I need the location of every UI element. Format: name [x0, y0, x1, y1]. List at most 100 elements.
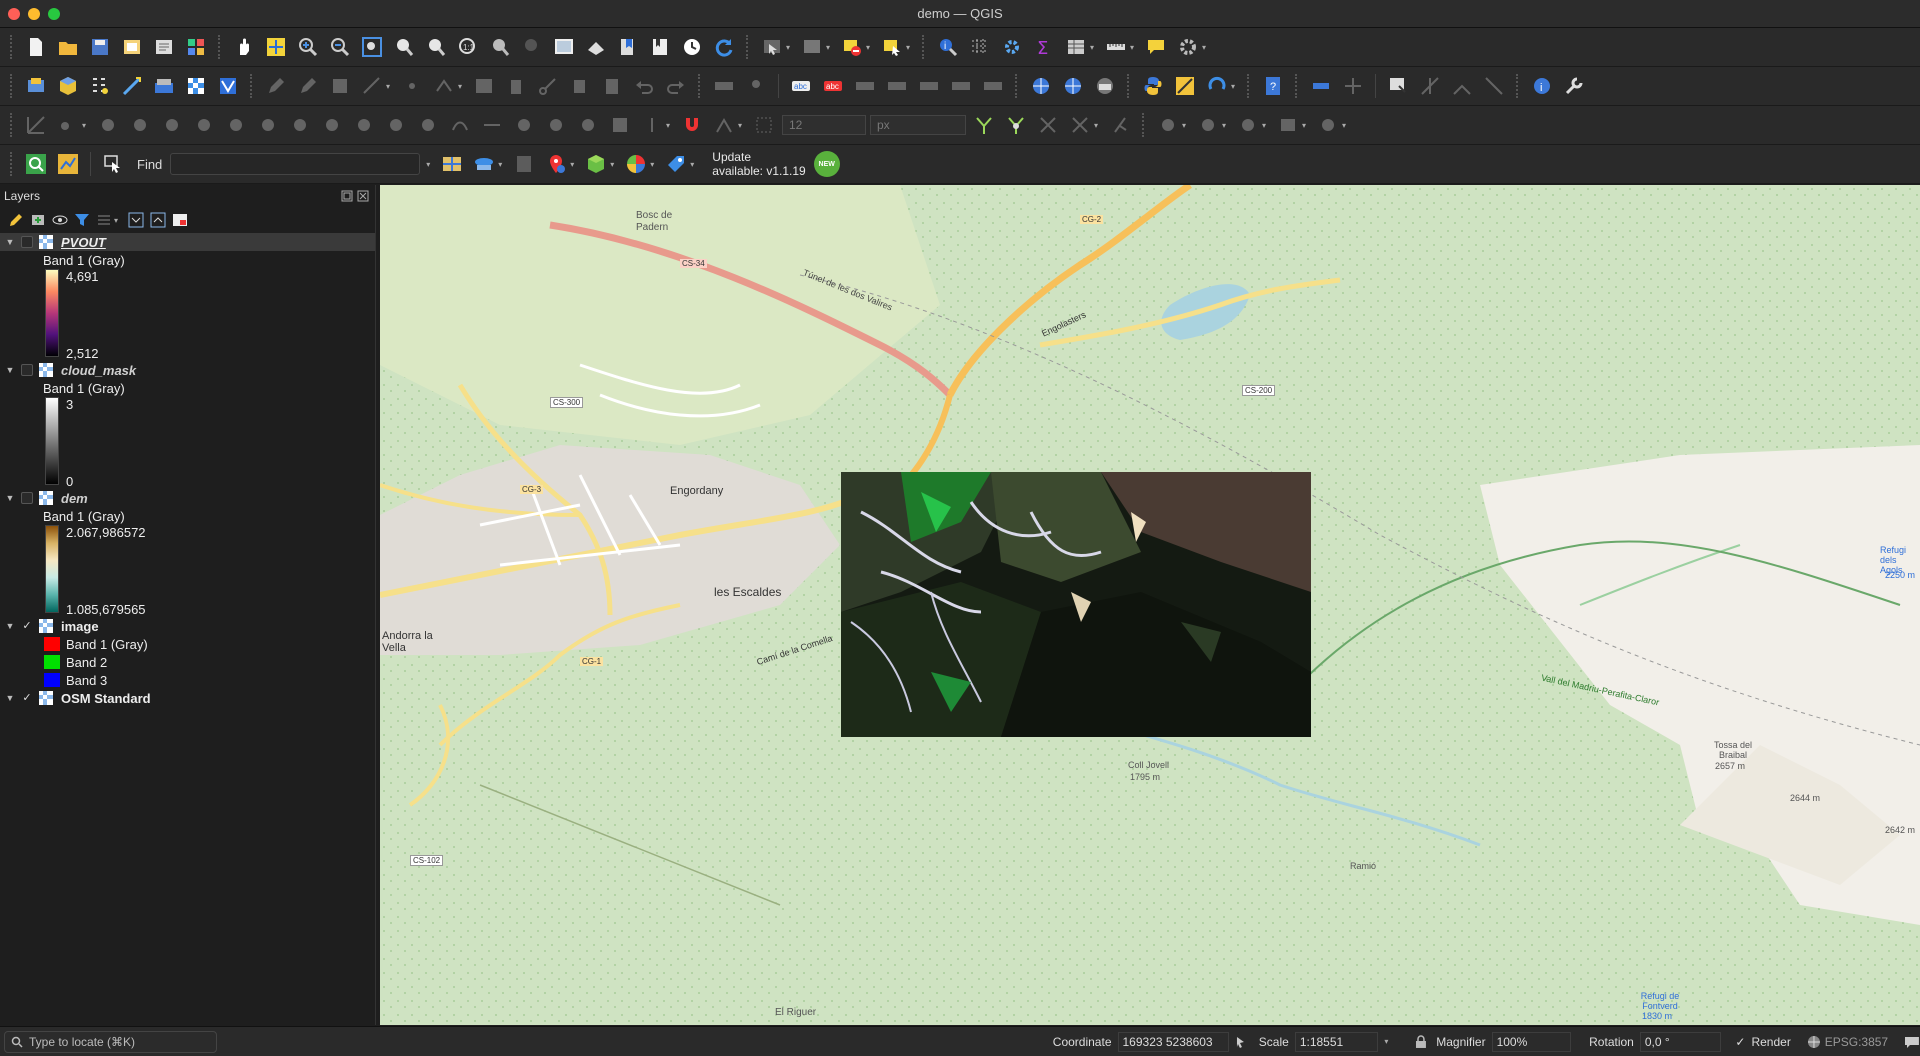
new-print-layout-icon[interactable] — [118, 33, 146, 61]
toolbar-grip[interactable] — [10, 113, 14, 137]
plugin-arc-icon[interactable] — [1203, 72, 1231, 100]
edit-pencil-icon[interactable] — [262, 72, 290, 100]
expand-all-icon[interactable] — [128, 212, 144, 228]
toolbar-grip[interactable] — [10, 74, 14, 98]
delete-selected-icon[interactable] — [502, 72, 530, 100]
shape-digitize-icon[interactable] — [54, 111, 82, 139]
toolbar-grip[interactable] — [218, 35, 222, 59]
geocoding-pin-icon[interactable] — [542, 150, 570, 178]
zoom-window-button[interactable] — [48, 8, 60, 20]
new-badge[interactable]: NEW — [813, 151, 840, 177]
new-3d-view-icon[interactable] — [582, 33, 610, 61]
annotation-gear-icon[interactable] — [1174, 33, 1202, 61]
open-styling-icon[interactable] — [8, 212, 24, 228]
open-attribute-table-icon[interactable] — [966, 33, 994, 61]
toolbar-grip[interactable] — [10, 152, 14, 176]
vertex-tool-icon[interactable] — [430, 72, 458, 100]
locator-input[interactable]: Type to locate (⌘K) — [4, 1030, 217, 1053]
messages-icon[interactable] — [1904, 1035, 1920, 1049]
identify-icon[interactable]: i — [934, 33, 962, 61]
snap-unit-select[interactable]: px — [870, 115, 966, 135]
select-location-icon[interactable] — [878, 33, 906, 61]
advanced-digitizing-panel-icon[interactable] — [22, 111, 50, 139]
paste-icon[interactable] — [598, 72, 626, 100]
digitize-line-icon[interactable] — [118, 72, 146, 100]
new-temporary-layer-icon[interactable] — [86, 72, 114, 100]
layer-visibility-checkbox[interactable] — [21, 364, 33, 376]
add-wfs-globe-icon[interactable] — [1027, 72, 1055, 100]
zoom-native-icon[interactable]: 1:1 — [454, 33, 482, 61]
manage-visibility-icon[interactable] — [52, 212, 68, 228]
refresh-icon[interactable] — [710, 33, 738, 61]
snap-topological-icon[interactable] — [1066, 111, 1094, 139]
crs-label[interactable]: EPSG:3857 — [1825, 1035, 1888, 1049]
delete-ring-icon[interactable] — [318, 111, 346, 139]
layer-row-osm-standard[interactable]: ▼ ✓ OSM Standard — [0, 689, 375, 707]
cube-icon[interactable] — [582, 150, 610, 178]
toggle-editing-icon[interactable] — [294, 72, 322, 100]
collapse-all-icon[interactable] — [150, 212, 166, 228]
reshape-features-icon[interactable] — [382, 111, 410, 139]
merge-attributes-icon[interactable] — [606, 111, 634, 139]
open-project-icon[interactable] — [54, 33, 82, 61]
minimize-window-button[interactable] — [28, 8, 40, 20]
save-edits-icon[interactable] — [326, 72, 354, 100]
close-panel-icon[interactable] — [357, 190, 369, 202]
undo-icon[interactable] — [630, 72, 658, 100]
move-label-icon[interactable] — [915, 72, 943, 100]
render-checkbox[interactable]: ✓ — [1735, 1035, 1745, 1049]
snap-avoid-icon[interactable] — [1106, 111, 1134, 139]
style-manager-icon[interactable] — [182, 33, 210, 61]
expand-arrow-icon[interactable]: ▼ — [3, 237, 17, 247]
diagram-labeling-icon[interactable]: abc — [819, 72, 847, 100]
find-input[interactable] — [170, 153, 421, 175]
new-virtual-layer-icon[interactable] — [150, 72, 178, 100]
copy-icon[interactable] — [566, 72, 594, 100]
select-circle-icon[interactable] — [1194, 111, 1222, 139]
deselect-all-icon[interactable] — [838, 33, 866, 61]
measure-icon[interactable] — [1307, 72, 1335, 100]
redo-icon[interactable] — [662, 72, 690, 100]
remove-layer-icon[interactable] — [172, 212, 188, 228]
layer-row-pvout[interactable]: ▼ PVOUT — [0, 233, 375, 251]
undock-icon[interactable] — [341, 190, 353, 202]
toolbar-grip[interactable] — [746, 35, 750, 59]
layer-row-image[interactable]: ▼ ✓ image — [0, 617, 375, 635]
locator-search-icon[interactable] — [22, 150, 50, 178]
coordinate-toggle-icon[interactable] — [1233, 1034, 1249, 1050]
zoom-last-icon[interactable] — [486, 33, 514, 61]
plugin-chart-icon[interactable] — [54, 150, 82, 178]
toolbar-grip[interactable] — [1516, 74, 1520, 98]
fill-ring-icon[interactable] — [286, 111, 314, 139]
layer-row-dem[interactable]: ▼ dem — [0, 489, 375, 507]
pan-to-selection-icon[interactable] — [262, 33, 290, 61]
zoom-to-selection-icon[interactable] — [390, 33, 418, 61]
select-cursor-icon[interactable] — [99, 150, 127, 178]
modify-attributes-icon[interactable] — [470, 72, 498, 100]
filter-expression-icon[interactable] — [96, 212, 112, 228]
select-features-icon[interactable] — [758, 33, 786, 61]
zoom-to-layer-icon[interactable] — [422, 33, 450, 61]
expand-arrow-icon[interactable]: ▼ — [3, 693, 17, 703]
map-canvas[interactable]: les Escaldes Andorra la Vella Engordany … — [380, 185, 1920, 1025]
find-dropdown-icon[interactable]: ▾ — [426, 160, 434, 169]
toolbar-grip[interactable] — [922, 35, 926, 59]
toolbox-gear-icon[interactable] — [998, 33, 1026, 61]
zoom-next-icon[interactable] — [518, 33, 546, 61]
wrench-icon[interactable] — [1560, 72, 1588, 100]
toolbar-grip[interactable] — [10, 35, 14, 59]
label-tool-icon[interactable] — [710, 72, 738, 100]
add-wcs-globe-icon[interactable] — [1059, 72, 1087, 100]
expand-arrow-icon[interactable]: ▼ — [3, 493, 17, 503]
update-notice[interactable]: Update available: v1.1.19 — [712, 150, 805, 178]
rotate-point-symbols-icon[interactable] — [638, 111, 666, 139]
select-by-value-icon[interactable] — [798, 33, 826, 61]
select-shape-icon[interactable] — [1154, 111, 1182, 139]
trace-tool-icon[interactable] — [1448, 72, 1476, 100]
layer-row-cloud-mask[interactable]: ▼ cloud_mask — [0, 361, 375, 379]
calculator-icon[interactable] — [510, 150, 538, 178]
new-map-view-icon[interactable] — [550, 33, 578, 61]
add-xyz-icon[interactable] — [1091, 72, 1119, 100]
new-project-icon[interactable] — [22, 33, 50, 61]
toolbar-grip[interactable] — [1247, 74, 1251, 98]
